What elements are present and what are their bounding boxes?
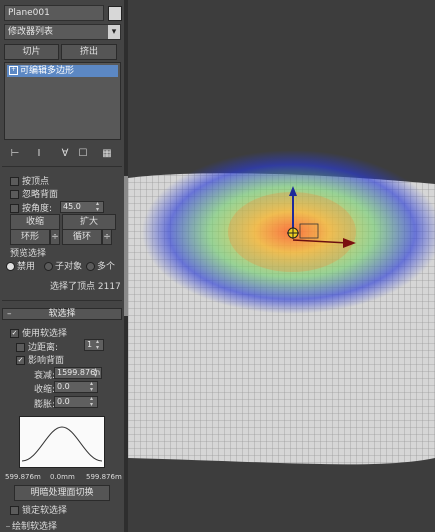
object-name-field[interactable]: Plane001 (4, 5, 104, 21)
edge-distance-label: 边距离: (28, 343, 59, 353)
loop-button[interactable]: 循环 (62, 229, 102, 245)
pin-stack-icon[interactable]: ⊢ (8, 146, 22, 162)
edge-distance-check[interactable] (16, 343, 25, 352)
command-panel: Plane001 修改器列表 ▾ 切片 挤出 + 可编辑多边形 ⊢ Ⅰ ∀ ☐ ▦… (0, 0, 124, 532)
lock-soft-check[interactable] (10, 506, 19, 515)
affect-backfacing-label: 影响背面 (28, 356, 65, 366)
modifier-stack-list[interactable]: + 可编辑多边形 (4, 62, 121, 140)
by-angle-check[interactable] (10, 204, 19, 213)
divider (2, 300, 122, 301)
modifier-list-dropdown[interactable]: 修改器列表 ▾ (4, 24, 121, 40)
object-color-swatch[interactable] (108, 6, 122, 21)
edge-distance-checkbox[interactable]: 边距离: (16, 340, 58, 353)
radio-icon[interactable] (44, 262, 53, 271)
remove-modifier-icon[interactable]: ☐ (76, 146, 90, 162)
pinch-spinner[interactable]: 0.0 (54, 381, 98, 393)
falloff-curve-graph (19, 416, 105, 468)
bubble-spinner[interactable]: 0.0 (54, 396, 98, 408)
ignore-backfacing-label: 忽略背面 (22, 190, 59, 200)
pinch-label: 收缩: (34, 385, 56, 395)
stack-item-editable-poly[interactable]: + 可编辑多边形 (7, 65, 118, 77)
use-soft-check[interactable]: ✓ (10, 329, 19, 338)
graph-mid-value: 0.0mm (50, 473, 75, 481)
affect-backfacing-checkbox[interactable]: ✓ 影响背面 (16, 353, 64, 366)
falloff-curve (21, 426, 103, 462)
affect-backfacing-check[interactable]: ✓ (16, 356, 25, 365)
paint-soft-selection-group-title: 绘制软选择 (6, 519, 57, 532)
preview-selection-title: 预览选择 (10, 249, 47, 259)
ignore-backfacing-check[interactable] (10, 190, 19, 199)
soft-selection-rollout[interactable]: – 软选择 (2, 308, 122, 320)
divider (2, 166, 122, 167)
show-end-result-icon[interactable]: Ⅰ (32, 146, 46, 162)
modifier-list-label: 修改器列表 (8, 27, 54, 37)
chevron-down-icon: ▾ (108, 25, 120, 39)
slice-button[interactable]: 切片 (4, 44, 59, 60)
stack-item-label: 可编辑多边形 (20, 66, 75, 76)
falloff-label: 衰减: (34, 371, 56, 381)
by-angle-label: 按角度: (22, 204, 53, 214)
shrink-button[interactable]: 收缩 (10, 214, 60, 230)
by-angle-checkbox[interactable]: 按角度: (10, 201, 52, 214)
group-line (6, 526, 10, 527)
grow-button[interactable]: 扩大 (62, 214, 116, 230)
falloff-spinner[interactable]: 1599.876n (54, 367, 102, 379)
viewport[interactable] (128, 0, 435, 532)
use-soft-label: 使用软选择 (22, 329, 68, 339)
shaded-face-toggle-button[interactable]: 明暗处理面切换 (14, 485, 110, 501)
make-unique-icon[interactable]: ∀ (58, 146, 72, 162)
loop-options-icon[interactable]: ÷ (102, 229, 112, 245)
lock-soft-label: 锁定软选择 (22, 506, 68, 516)
preview-subobject-label: 子对象 (55, 262, 83, 272)
use-soft-selection-checkbox[interactable]: ✓ 使用软选择 (10, 326, 67, 339)
by-vertex-check[interactable] (10, 177, 19, 186)
preview-subobject-radio[interactable]: 子对象 (44, 259, 82, 272)
radio-on-icon[interactable] (6, 262, 15, 271)
ring-button[interactable]: 环形 (10, 229, 50, 245)
radio-icon[interactable] (86, 262, 95, 271)
collapse-icon: – (7, 309, 12, 319)
edge-distance-spinner[interactable]: 1 (84, 339, 104, 351)
selection-status: 选择了顶点 2117 (50, 282, 121, 292)
angle-spinner[interactable]: 45.0 (60, 201, 104, 213)
graph-left-value: 599.876m (5, 473, 41, 481)
by-vertex-label: 按顶点 (22, 177, 50, 187)
paint-soft-label: 绘制软选择 (12, 522, 58, 532)
extrude-button[interactable]: 挤出 (61, 44, 117, 60)
lock-soft-selection-checkbox[interactable]: 锁定软选择 (10, 503, 67, 516)
preview-multi-label: 多个 (97, 262, 116, 272)
bubble-label: 膨胀: (34, 400, 56, 410)
preview-off-label: 禁用 (17, 262, 36, 272)
expand-toggle-icon[interactable]: + (9, 66, 18, 75)
ring-options-icon[interactable]: ÷ (50, 229, 60, 245)
graph-right-value: 599.876m (86, 473, 122, 481)
by-vertex-checkbox[interactable]: 按顶点 (10, 174, 49, 187)
preview-multi-radio[interactable]: 多个 (86, 259, 115, 272)
ignore-backfacing-checkbox[interactable]: 忽略背面 (10, 187, 58, 200)
preview-off-radio[interactable]: 禁用 (6, 259, 35, 272)
viewport-canvas[interactable] (128, 0, 435, 532)
falloff-curve-svg (21, 426, 103, 462)
soft-selection-title: 软选择 (48, 309, 76, 319)
configure-modifier-sets-icon[interactable]: ▦ (100, 146, 114, 162)
